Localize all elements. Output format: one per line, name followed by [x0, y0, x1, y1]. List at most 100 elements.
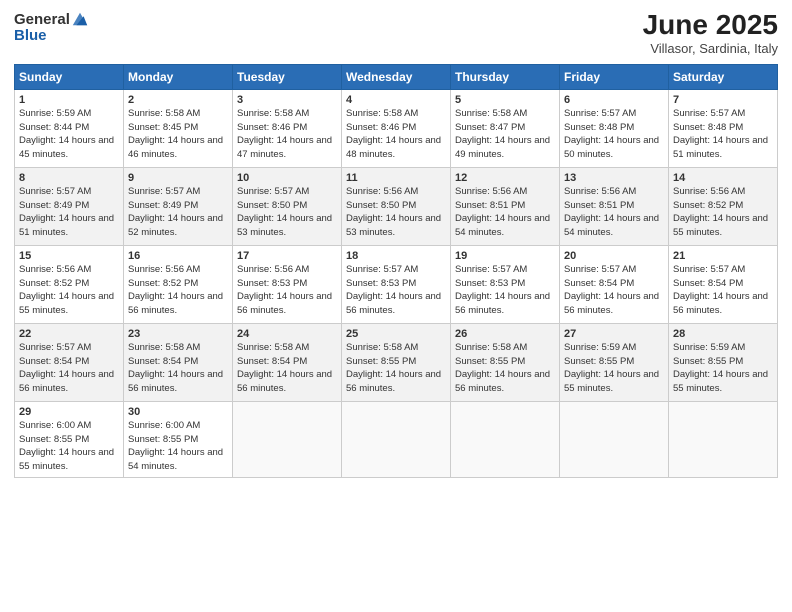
day-info: Sunrise: 5:58 AMSunset: 8:55 PMDaylight:…: [455, 342, 550, 394]
calendar-cell: 13 Sunrise: 5:56 AMSunset: 8:51 PMDaylig…: [560, 167, 669, 245]
calendar-cell: 1 Sunrise: 5:59 AMSunset: 8:44 PMDayligh…: [15, 89, 124, 167]
day-info: Sunrise: 5:57 AMSunset: 8:48 PMDaylight:…: [673, 108, 768, 160]
day-number: 15: [19, 250, 119, 262]
day-info: Sunrise: 5:58 AMSunset: 8:54 PMDaylight:…: [237, 342, 332, 394]
day-number: 13: [564, 172, 664, 184]
day-info: Sunrise: 6:00 AMSunset: 8:55 PMDaylight:…: [128, 420, 223, 472]
day-number: 18: [346, 250, 446, 262]
header: General Blue June 2025 Villasor, Sardini…: [14, 10, 778, 56]
weekday-header-tuesday: Tuesday: [233, 64, 342, 89]
day-number: 9: [128, 172, 228, 184]
day-info: Sunrise: 5:56 AMSunset: 8:51 PMDaylight:…: [564, 186, 659, 238]
day-number: 3: [237, 94, 337, 106]
title-block: June 2025 Villasor, Sardinia, Italy: [643, 10, 778, 56]
day-number: 19: [455, 250, 555, 262]
day-info: Sunrise: 5:58 AMSunset: 8:46 PMDaylight:…: [346, 108, 441, 160]
day-number: 24: [237, 328, 337, 340]
calendar-cell: 17 Sunrise: 5:56 AMSunset: 8:53 PMDaylig…: [233, 245, 342, 323]
calendar-cell: 10 Sunrise: 5:57 AMSunset: 8:50 PMDaylig…: [233, 167, 342, 245]
day-number: 23: [128, 328, 228, 340]
day-number: 29: [19, 406, 119, 418]
calendar-cell: 2 Sunrise: 5:58 AMSunset: 8:45 PMDayligh…: [124, 89, 233, 167]
page: General Blue June 2025 Villasor, Sardini…: [0, 0, 792, 612]
day-info: Sunrise: 5:59 AMSunset: 8:44 PMDaylight:…: [19, 108, 114, 160]
day-info: Sunrise: 5:58 AMSunset: 8:55 PMDaylight:…: [346, 342, 441, 394]
day-info: Sunrise: 5:56 AMSunset: 8:52 PMDaylight:…: [19, 264, 114, 316]
calendar-cell: [451, 401, 560, 477]
day-number: 7: [673, 94, 773, 106]
day-info: Sunrise: 6:00 AMSunset: 8:55 PMDaylight:…: [19, 420, 114, 472]
day-info: Sunrise: 5:57 AMSunset: 8:54 PMDaylight:…: [19, 342, 114, 394]
calendar-cell: 12 Sunrise: 5:56 AMSunset: 8:51 PMDaylig…: [451, 167, 560, 245]
day-info: Sunrise: 5:57 AMSunset: 8:50 PMDaylight:…: [237, 186, 332, 238]
day-info: Sunrise: 5:57 AMSunset: 8:49 PMDaylight:…: [19, 186, 114, 238]
day-number: 27: [564, 328, 664, 340]
calendar-cell: 16 Sunrise: 5:56 AMSunset: 8:52 PMDaylig…: [124, 245, 233, 323]
day-number: 14: [673, 172, 773, 184]
day-number: 21: [673, 250, 773, 262]
day-info: Sunrise: 5:57 AMSunset: 8:49 PMDaylight:…: [128, 186, 223, 238]
day-info: Sunrise: 5:56 AMSunset: 8:52 PMDaylight:…: [673, 186, 768, 238]
day-number: 28: [673, 328, 773, 340]
day-info: Sunrise: 5:57 AMSunset: 8:54 PMDaylight:…: [564, 264, 659, 316]
day-info: Sunrise: 5:56 AMSunset: 8:52 PMDaylight:…: [128, 264, 223, 316]
weekday-header-wednesday: Wednesday: [342, 64, 451, 89]
day-info: Sunrise: 5:57 AMSunset: 8:48 PMDaylight:…: [564, 108, 659, 160]
day-info: Sunrise: 5:59 AMSunset: 8:55 PMDaylight:…: [564, 342, 659, 394]
weekday-header-friday: Friday: [560, 64, 669, 89]
day-info: Sunrise: 5:58 AMSunset: 8:45 PMDaylight:…: [128, 108, 223, 160]
day-info: Sunrise: 5:58 AMSunset: 8:47 PMDaylight:…: [455, 108, 550, 160]
day-number: 2: [128, 94, 228, 106]
day-number: 1: [19, 94, 119, 106]
calendar-cell: [560, 401, 669, 477]
calendar-cell: 14 Sunrise: 5:56 AMSunset: 8:52 PMDaylig…: [669, 167, 778, 245]
calendar-cell: 15 Sunrise: 5:56 AMSunset: 8:52 PMDaylig…: [15, 245, 124, 323]
calendar-cell: 25 Sunrise: 5:58 AMSunset: 8:55 PMDaylig…: [342, 323, 451, 401]
day-info: Sunrise: 5:56 AMSunset: 8:51 PMDaylight:…: [455, 186, 550, 238]
calendar-cell: 23 Sunrise: 5:58 AMSunset: 8:54 PMDaylig…: [124, 323, 233, 401]
calendar-cell: 5 Sunrise: 5:58 AMSunset: 8:47 PMDayligh…: [451, 89, 560, 167]
calendar-cell: 4 Sunrise: 5:58 AMSunset: 8:46 PMDayligh…: [342, 89, 451, 167]
calendar-cell: 24 Sunrise: 5:58 AMSunset: 8:54 PMDaylig…: [233, 323, 342, 401]
calendar-cell: [342, 401, 451, 477]
day-number: 16: [128, 250, 228, 262]
calendar-cell: 6 Sunrise: 5:57 AMSunset: 8:48 PMDayligh…: [560, 89, 669, 167]
calendar-cell: 20 Sunrise: 5:57 AMSunset: 8:54 PMDaylig…: [560, 245, 669, 323]
calendar-cell: 18 Sunrise: 5:57 AMSunset: 8:53 PMDaylig…: [342, 245, 451, 323]
calendar-cell: 11 Sunrise: 5:56 AMSunset: 8:50 PMDaylig…: [342, 167, 451, 245]
calendar-cell: 27 Sunrise: 5:59 AMSunset: 8:55 PMDaylig…: [560, 323, 669, 401]
day-info: Sunrise: 5:58 AMSunset: 8:54 PMDaylight:…: [128, 342, 223, 394]
logo: General Blue: [14, 10, 89, 43]
day-number: 5: [455, 94, 555, 106]
day-info: Sunrise: 5:57 AMSunset: 8:53 PMDaylight:…: [455, 264, 550, 316]
day-number: 6: [564, 94, 664, 106]
calendar-cell: 21 Sunrise: 5:57 AMSunset: 8:54 PMDaylig…: [669, 245, 778, 323]
calendar-cell: 22 Sunrise: 5:57 AMSunset: 8:54 PMDaylig…: [15, 323, 124, 401]
day-number: 20: [564, 250, 664, 262]
calendar-cell: 8 Sunrise: 5:57 AMSunset: 8:49 PMDayligh…: [15, 167, 124, 245]
day-number: 25: [346, 328, 446, 340]
calendar-cell: 7 Sunrise: 5:57 AMSunset: 8:48 PMDayligh…: [669, 89, 778, 167]
calendar-cell: [233, 401, 342, 477]
calendar-cell: 29 Sunrise: 6:00 AMSunset: 8:55 PMDaylig…: [15, 401, 124, 477]
weekday-header-sunday: Sunday: [15, 64, 124, 89]
calendar-cell: 3 Sunrise: 5:58 AMSunset: 8:46 PMDayligh…: [233, 89, 342, 167]
day-info: Sunrise: 5:56 AMSunset: 8:50 PMDaylight:…: [346, 186, 441, 238]
day-info: Sunrise: 5:58 AMSunset: 8:46 PMDaylight:…: [237, 108, 332, 160]
title-location: Villasor, Sardinia, Italy: [643, 41, 778, 56]
calendar-cell: 19 Sunrise: 5:57 AMSunset: 8:53 PMDaylig…: [451, 245, 560, 323]
calendar-cell: [669, 401, 778, 477]
day-info: Sunrise: 5:59 AMSunset: 8:55 PMDaylight:…: [673, 342, 768, 394]
day-info: Sunrise: 5:56 AMSunset: 8:53 PMDaylight:…: [237, 264, 332, 316]
day-number: 10: [237, 172, 337, 184]
day-info: Sunrise: 5:57 AMSunset: 8:54 PMDaylight:…: [673, 264, 768, 316]
weekday-header-thursday: Thursday: [451, 64, 560, 89]
day-number: 22: [19, 328, 119, 340]
weekday-header-row: SundayMondayTuesdayWednesdayThursdayFrid…: [15, 64, 778, 89]
day-number: 26: [455, 328, 555, 340]
weekday-header-saturday: Saturday: [669, 64, 778, 89]
calendar-cell: 28 Sunrise: 5:59 AMSunset: 8:55 PMDaylig…: [669, 323, 778, 401]
logo-blue-text: Blue: [14, 28, 47, 43]
day-number: 17: [237, 250, 337, 262]
day-number: 12: [455, 172, 555, 184]
